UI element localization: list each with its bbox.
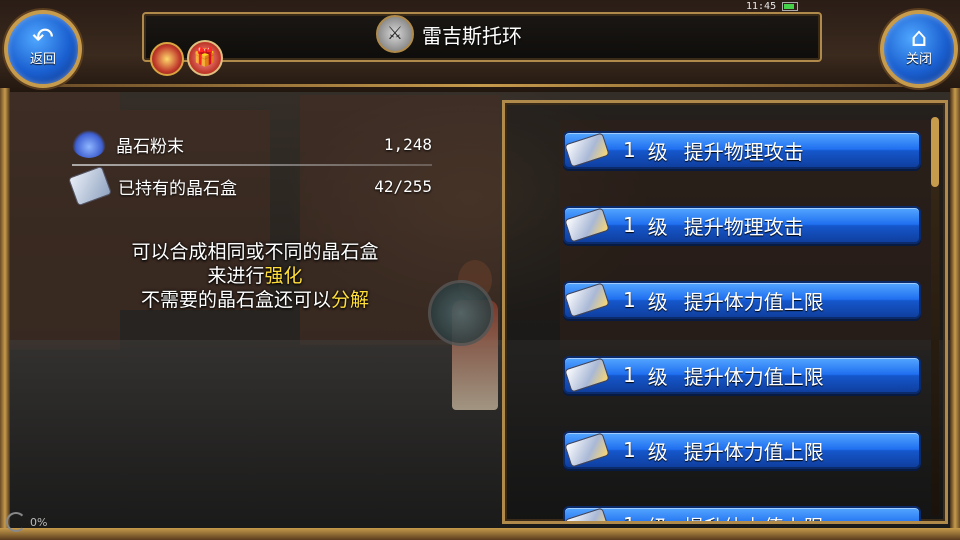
crystal-box-list[interactable]: 1 级 提升物理攻击 1 级 提升物理攻击 1 级 提升体力值上限 1 级 提升…: [502, 100, 948, 524]
item-effect: 提升物理攻击: [683, 139, 804, 164]
crystal-dust-icon: [72, 130, 106, 158]
item-effect: 提升体力值上限: [683, 364, 824, 389]
item-level-unit: 级: [648, 511, 668, 522]
clock: 11:45: [746, 0, 777, 12]
crystal-box-item[interactable]: 1 级 提升体力值上限: [563, 356, 921, 394]
close-button[interactable]: ⌂ 关闭: [880, 10, 958, 88]
item-level: 1: [623, 213, 636, 237]
description-line: 来进行强化: [60, 264, 450, 288]
medal-icon[interactable]: [150, 42, 184, 76]
item-level-unit: 级: [647, 139, 668, 164]
item-effect: 提升体力值上限: [683, 439, 824, 464]
description: 可以合成相同或不同的晶石盒 来进行强化 不需要的晶石盒还可以分解: [60, 240, 450, 312]
crystal-box-item[interactable]: 1 级 提升物理攻击: [563, 206, 921, 244]
left-frame: [0, 88, 10, 532]
highlight-enhance: 强化: [264, 265, 303, 287]
description-text: 不需要的晶石盒还可以: [140, 289, 331, 311]
item-level-unit: 级: [647, 214, 668, 239]
player-character: [428, 240, 510, 430]
highlight-decompose: 分解: [331, 289, 370, 311]
box-row: 已持有的晶石盒 42/255: [67, 165, 432, 207]
dust-count: 1,248: [383, 134, 432, 154]
gift-icon[interactable]: 🎁: [187, 40, 223, 76]
info-divider: [72, 164, 432, 166]
crystal-box-icon: [564, 282, 610, 318]
item-level: 1: [623, 288, 636, 312]
close-button-label: 关闭: [905, 52, 932, 67]
crystal-box-icon: [564, 357, 610, 393]
loading-percent: 0%: [30, 515, 48, 529]
battery-icon: [782, 1, 799, 11]
description-line: 可以合成相同或不同的晶石盒: [131, 241, 379, 263]
dust-name: 晶石粉末: [116, 136, 184, 157]
loading-indicator: 0%: [6, 512, 47, 532]
sword-shield-icon: ⚔: [376, 15, 414, 53]
back-button-label: 返回: [29, 52, 56, 67]
item-level: 1: [623, 438, 636, 462]
item-level: 1: [623, 513, 636, 521]
bottom-frame: [0, 528, 960, 540]
box-name: 已持有的晶石盒: [118, 178, 237, 199]
right-frame: [950, 88, 960, 532]
crystal-box-item[interactable]: 1 级 提升体力值上限: [563, 281, 921, 319]
home-icon: ⌂: [910, 23, 928, 53]
crystal-box-icon: [564, 432, 610, 468]
item-level: 1: [623, 363, 636, 387]
crystal-box-icon: [67, 165, 113, 207]
crystal-box-item[interactable]: 1 级 提升物理攻击: [563, 131, 921, 169]
crystal-box-icon: [564, 207, 610, 243]
description-text: 来进行: [207, 265, 265, 287]
item-level-unit: 级: [647, 364, 668, 389]
item-effect: 提升物理攻击: [683, 214, 804, 239]
loading-ring-icon: [6, 512, 26, 532]
page-title: 雷吉斯托环: [422, 23, 522, 48]
description-line: 不需要的晶石盒还可以分解: [60, 288, 450, 312]
item-level-unit: 级: [647, 289, 668, 314]
item-level: 1: [623, 138, 636, 162]
crystal-box-item[interactable]: 1 级 提升体力值上限: [563, 506, 921, 522]
list-scrollbar[interactable]: [931, 117, 939, 517]
crystal-box-icon: [564, 507, 610, 521]
item-level-unit: 级: [647, 439, 668, 464]
crystal-box-icon: [564, 132, 610, 168]
box-count: 42/255: [374, 176, 432, 196]
dust-row: 晶石粉末 1,248: [72, 126, 432, 162]
back-arrow-icon: ↶: [32, 23, 54, 53]
status-bar: 11:45: [746, 0, 799, 12]
scrollbar-thumb[interactable]: [931, 117, 939, 187]
item-effect: 提升体力值上限: [684, 511, 824, 522]
back-button[interactable]: ↶ 返回: [4, 10, 82, 88]
title-group: ⚔ 雷吉斯托环: [376, 15, 522, 53]
item-effect: 提升体力值上限: [683, 289, 824, 314]
crystal-box-item[interactable]: 1 级 提升体力值上限: [563, 431, 921, 469]
